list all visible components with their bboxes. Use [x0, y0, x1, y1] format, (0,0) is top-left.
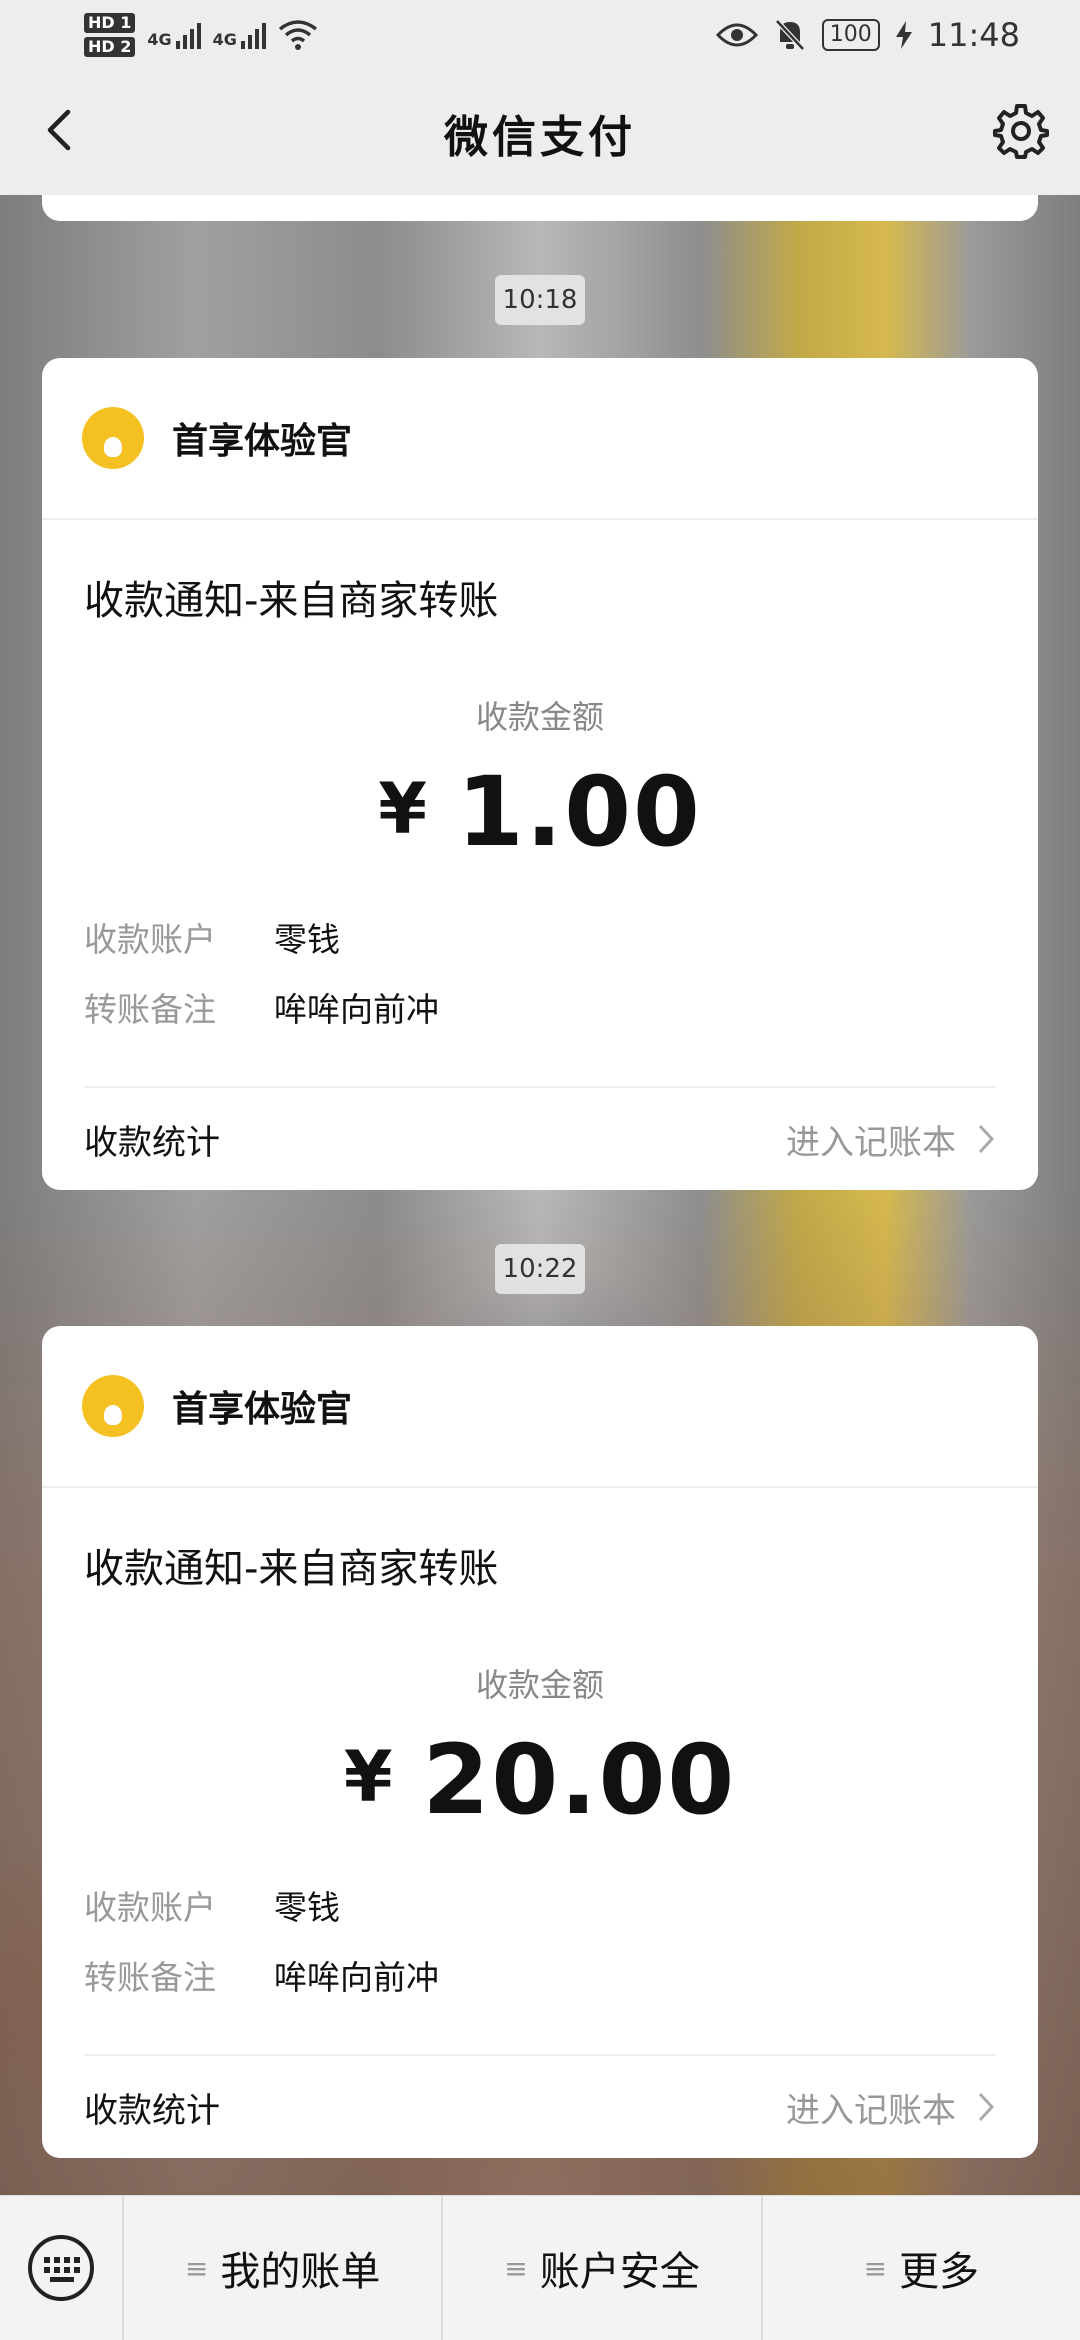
note-row: 转账备注 哞哞向前冲 [84, 972, 996, 1042]
currency-symbol: ¥ [343, 1736, 395, 1818]
amount-value: ¥20.00 [42, 1724, 1038, 1836]
account-row: 收款账户 零钱 [84, 1870, 996, 1940]
status-left: HD 1 HD 2 4G 4G [84, 13, 318, 57]
notice-title: 收款通知-来自商家转账 [84, 1546, 499, 1592]
menu-more[interactable]: ≡ 更多 [760, 2195, 1080, 2340]
sim1-label: HD 1 [84, 13, 136, 33]
card-header[interactable]: 首享体验官 [42, 1326, 1038, 1488]
network-type-2: 4G [212, 30, 237, 49]
menu-my-bills-label: 我的账单 [220, 2249, 381, 2295]
chevron-right-icon [978, 2092, 995, 2122]
menu-account-security-label: 账户安全 [539, 2249, 700, 2295]
network-type-1: 4G [147, 30, 172, 49]
amount-number: 1.00 [456, 756, 702, 868]
account-value: 零钱 [274, 920, 340, 959]
sim2-label: HD 2 [84, 37, 136, 57]
card-footer[interactable]: 收款统计 进入记账本 [84, 2054, 996, 2158]
status-right: 100 11:48 [715, 16, 1020, 54]
merchant-name: 首享体验官 [172, 1389, 353, 1430]
nav-bar: 微信支付 [0, 70, 1080, 195]
note-key: 转账备注 [84, 1958, 216, 1997]
menu-lines-icon: ≡ [863, 2251, 888, 2285]
message-timestamp: 10:22 [495, 1244, 585, 1294]
signal-1: 4G [147, 21, 201, 49]
account-row: 收款账户 零钱 [84, 902, 996, 972]
menu-account-security[interactable]: ≡ 账户安全 [441, 2195, 760, 2340]
payment-notice-card[interactable]: 首享体验官 收款通知-来自商家转账 收款金额 ¥20.00 收款账户 零钱 转账… [42, 1326, 1038, 2158]
menu-lines-icon: ≡ [504, 2251, 528, 2285]
currency-symbol: ¥ [378, 768, 429, 850]
signal-bars-icon [240, 21, 266, 49]
note-value: 哞哞向前冲 [274, 990, 439, 1029]
payment-notice-card[interactable]: 首享体验官 收款通知-来自商家转账 收款金额 ¥1.00 收款账户 零钱 转账备… [42, 358, 1038, 1190]
detail-rows: 收款账户 零钱 转账备注 哞哞向前冲 [42, 868, 1038, 1042]
gear-icon[interactable] [992, 102, 1050, 160]
previous-message-card[interactable] [42, 195, 1038, 221]
ledger-link[interactable]: 进入记账本 [786, 1115, 996, 1164]
amount-value: ¥1.00 [42, 756, 1038, 868]
account-value: 零钱 [274, 1888, 340, 1927]
message-timestamp: 10:18 [495, 275, 585, 325]
eye-icon [715, 23, 758, 47]
signal-bars-icon [175, 21, 201, 49]
bell-muted-icon [774, 19, 805, 51]
note-value: 哞哞向前冲 [274, 1958, 439, 1997]
status-bar: HD 1 HD 2 4G 4G 100 11:48 [0, 0, 1080, 70]
bottom-menu-bar: ≡ 我的账单 ≡ 账户安全 ≡ 更多 [0, 2195, 1080, 2340]
stats-label: 收款统计 [84, 1122, 220, 1163]
merchant-avatar[interactable] [82, 407, 144, 469]
stats-label: 收款统计 [84, 2090, 220, 2131]
signal-2: 4G [213, 21, 266, 49]
notice-title: 收款通知-来自商家转账 [84, 578, 499, 624]
chevron-left-icon[interactable] [30, 100, 90, 160]
card-footer[interactable]: 收款统计 进入记账本 [84, 1086, 996, 1190]
ledger-link-label: 进入记账本 [786, 2090, 956, 2131]
charging-icon [895, 21, 912, 49]
amount-label: 收款金额 [475, 1666, 604, 1704]
ledger-link-label: 进入记账本 [786, 1122, 956, 1163]
account-key: 收款账户 [84, 920, 216, 959]
merchant-name: 首享体验官 [172, 421, 353, 462]
sim-indicators: HD 1 HD 2 [84, 13, 136, 57]
page-title: 微信支付 [444, 111, 636, 163]
merchant-avatar[interactable] [82, 1375, 144, 1437]
menu-my-bills[interactable]: ≡ 我的账单 [122, 2195, 441, 2340]
clock: 11:48 [927, 16, 1020, 54]
amount-label: 收款金额 [475, 698, 604, 736]
menu-lines-icon: ≡ [184, 2251, 209, 2285]
wifi-icon [278, 20, 317, 50]
note-key: 转账备注 [84, 990, 216, 1029]
detail-rows: 收款账户 零钱 转账备注 哞哞向前冲 [42, 1836, 1038, 2010]
account-key: 收款账户 [84, 1888, 216, 1927]
keyboard-icon [28, 2235, 94, 2301]
note-row: 转账备注 哞哞向前冲 [84, 1940, 996, 2010]
chevron-right-icon [978, 1124, 995, 1154]
ledger-link[interactable]: 进入记账本 [786, 2083, 996, 2132]
card-header[interactable]: 首享体验官 [42, 358, 1038, 520]
amount-number: 20.00 [422, 1724, 737, 1836]
keyboard-toggle-button[interactable] [0, 2196, 122, 2340]
menu-more-label: 更多 [899, 2249, 980, 2295]
battery-level: 100 [821, 19, 880, 51]
